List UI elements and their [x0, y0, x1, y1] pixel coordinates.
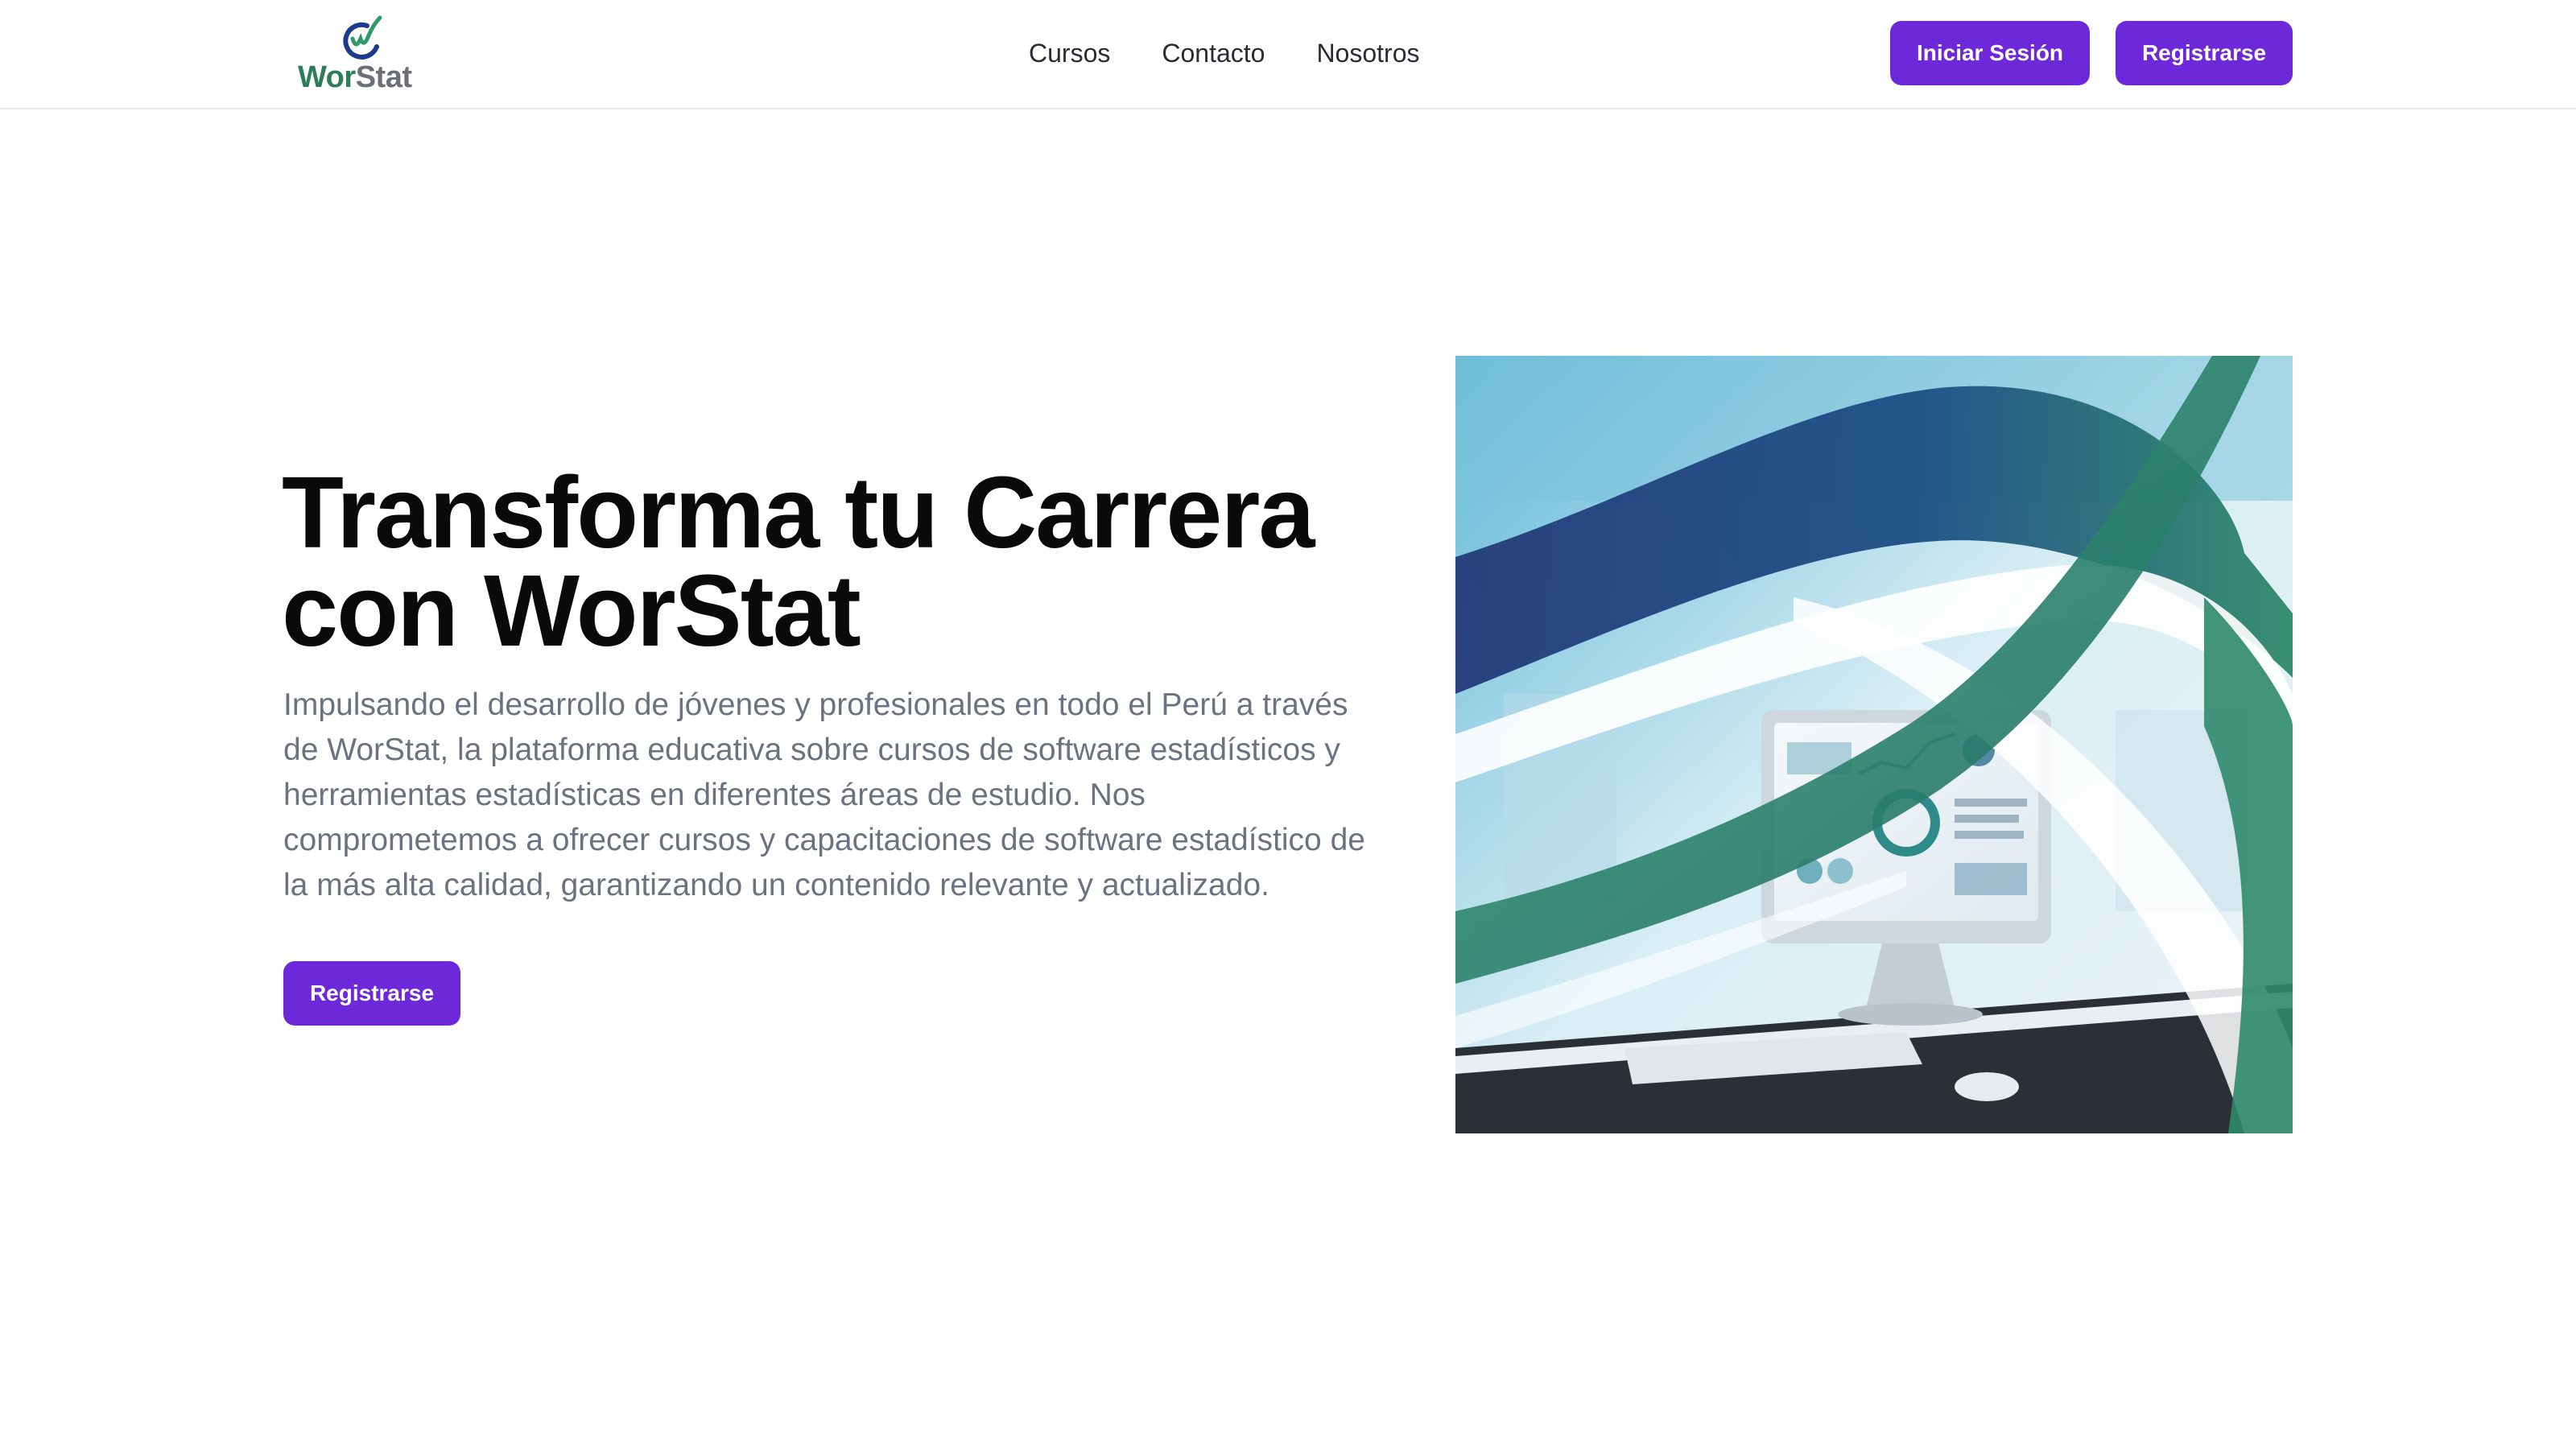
brand-logo[interactable]: WorStat [298, 14, 427, 95]
nav-item-cursos[interactable]: Cursos [1029, 34, 1110, 72]
computer-dashboard-illustration [1455, 356, 2293, 1133]
top-navbar: WorStat Cursos Contacto Nosotros Iniciar… [0, 0, 2576, 109]
hero-register-button[interactable]: Registrarse [283, 961, 460, 1026]
nav-item-contacto[interactable]: Contacto [1162, 34, 1265, 72]
brand-name-part2: Stat [355, 60, 412, 94]
main-nav: Cursos Contacto Nosotros [1029, 34, 1419, 72]
hero-description: Impulsando el desarrollo de jóvenes y pr… [283, 687, 1365, 902]
nav-item-nosotros[interactable]: Nosotros [1316, 34, 1419, 72]
brand-name-part1: Wor [298, 60, 356, 94]
worstat-logo-icon [343, 15, 382, 60]
hero-title: Transforma tu Carrera con WorStat [282, 456, 1315, 667]
login-button[interactable]: Iniciar Sesión [1890, 21, 2090, 85]
brand-wordmark: WorStat [298, 60, 412, 95]
signup-button[interactable]: Registrarse [2116, 21, 2293, 85]
hero-image [1455, 356, 2293, 1133]
